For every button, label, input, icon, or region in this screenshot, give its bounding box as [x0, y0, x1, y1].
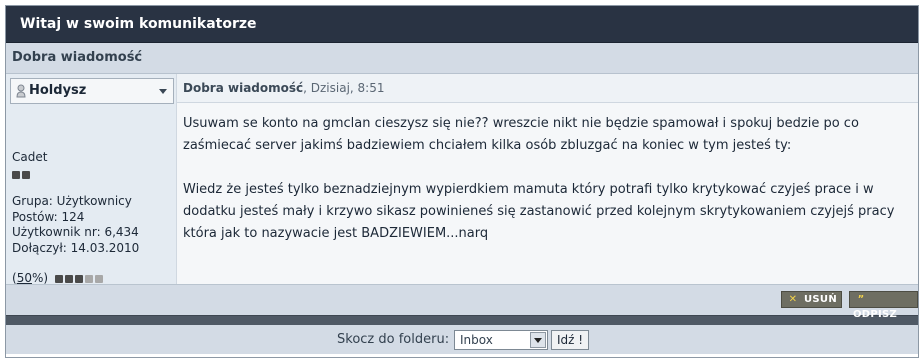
- reputation-pip: [94, 274, 103, 283]
- post-date: , Dzisiaj, 8:51: [303, 81, 385, 95]
- author-joined: Dołączył: 14.03.2010: [12, 240, 140, 255]
- author-panel: Holdysz Cadet Grupa: Użytkownicy Postów:…: [6, 74, 177, 285]
- author-dropdown[interactable]: Holdysz: [10, 78, 174, 104]
- author-name: Holdysz: [29, 83, 87, 98]
- post-actions: ✕ USUŃ ”ODPISZ: [6, 284, 918, 320]
- user-icon: [16, 84, 26, 98]
- author-post-count: Postów: 124: [12, 209, 85, 224]
- reputation-bar: [54, 271, 105, 285]
- reputation-pip: [74, 274, 83, 283]
- reply-button[interactable]: ”ODPISZ: [849, 291, 918, 320]
- post-title: Dobra wiadomość: [183, 81, 304, 95]
- folder-select[interactable]: Inbox: [454, 330, 548, 350]
- divider-band: [6, 315, 918, 325]
- panel-title: Witaj w swoim komunikatorze: [6, 6, 918, 43]
- quote-icon: ”: [857, 294, 865, 305]
- post-paragraph: Usuwam se konto na gmclan cieszysz się n…: [183, 116, 859, 153]
- post-header: Dobra wiadomość, Dzisiaj, 8:51: [177, 74, 918, 103]
- reputation-pip: [64, 274, 73, 283]
- rank-pip: [22, 170, 30, 179]
- author-stats: Grupa: Użytkownicy Postów: 124 Użytkowni…: [12, 194, 139, 256]
- post-paragraph: Wiedz że jesteś tylko beznadziejnym wypi…: [183, 182, 895, 241]
- author-group: Grupa: Użytkownicy: [12, 194, 132, 208]
- reputation-pip: [54, 274, 63, 283]
- author-user-number: Użytkownik nr: 6,434: [12, 225, 139, 239]
- folder-jump-bar: Skocz do folderu: Inbox Idź !: [6, 325, 918, 354]
- x-icon: ✕: [788, 294, 798, 305]
- go-button[interactable]: Idź !: [551, 330, 589, 350]
- message-post: Holdysz Cadet Grupa: Użytkownicy Postów:…: [6, 74, 918, 285]
- post-content: Dobra wiadomość, Dzisiaj, 8:51 Usuwam se…: [177, 74, 918, 284]
- reputation-pip: [84, 274, 93, 283]
- author-rank: Cadet: [12, 150, 48, 164]
- folder-selected-value: Inbox: [460, 333, 493, 347]
- post-body: Usuwam se konto na gmclan cieszysz się n…: [177, 103, 918, 245]
- messenger-panel: Witaj w swoim komunikatorze Dobra wiadom…: [5, 5, 919, 358]
- message-subject: Dobra wiadomość: [6, 43, 918, 74]
- reputation: (50%): [12, 271, 105, 285]
- rank-pips: [12, 167, 32, 182]
- jump-label: Skocz do folderu:: [337, 332, 450, 347]
- chevron-down-icon[interactable]: [530, 332, 546, 348]
- delete-button[interactable]: ✕ USUŃ: [781, 291, 843, 308]
- chevron-down-icon: [159, 89, 167, 94]
- reputation-link[interactable]: 50: [17, 271, 32, 285]
- rank-pip: [12, 170, 20, 179]
